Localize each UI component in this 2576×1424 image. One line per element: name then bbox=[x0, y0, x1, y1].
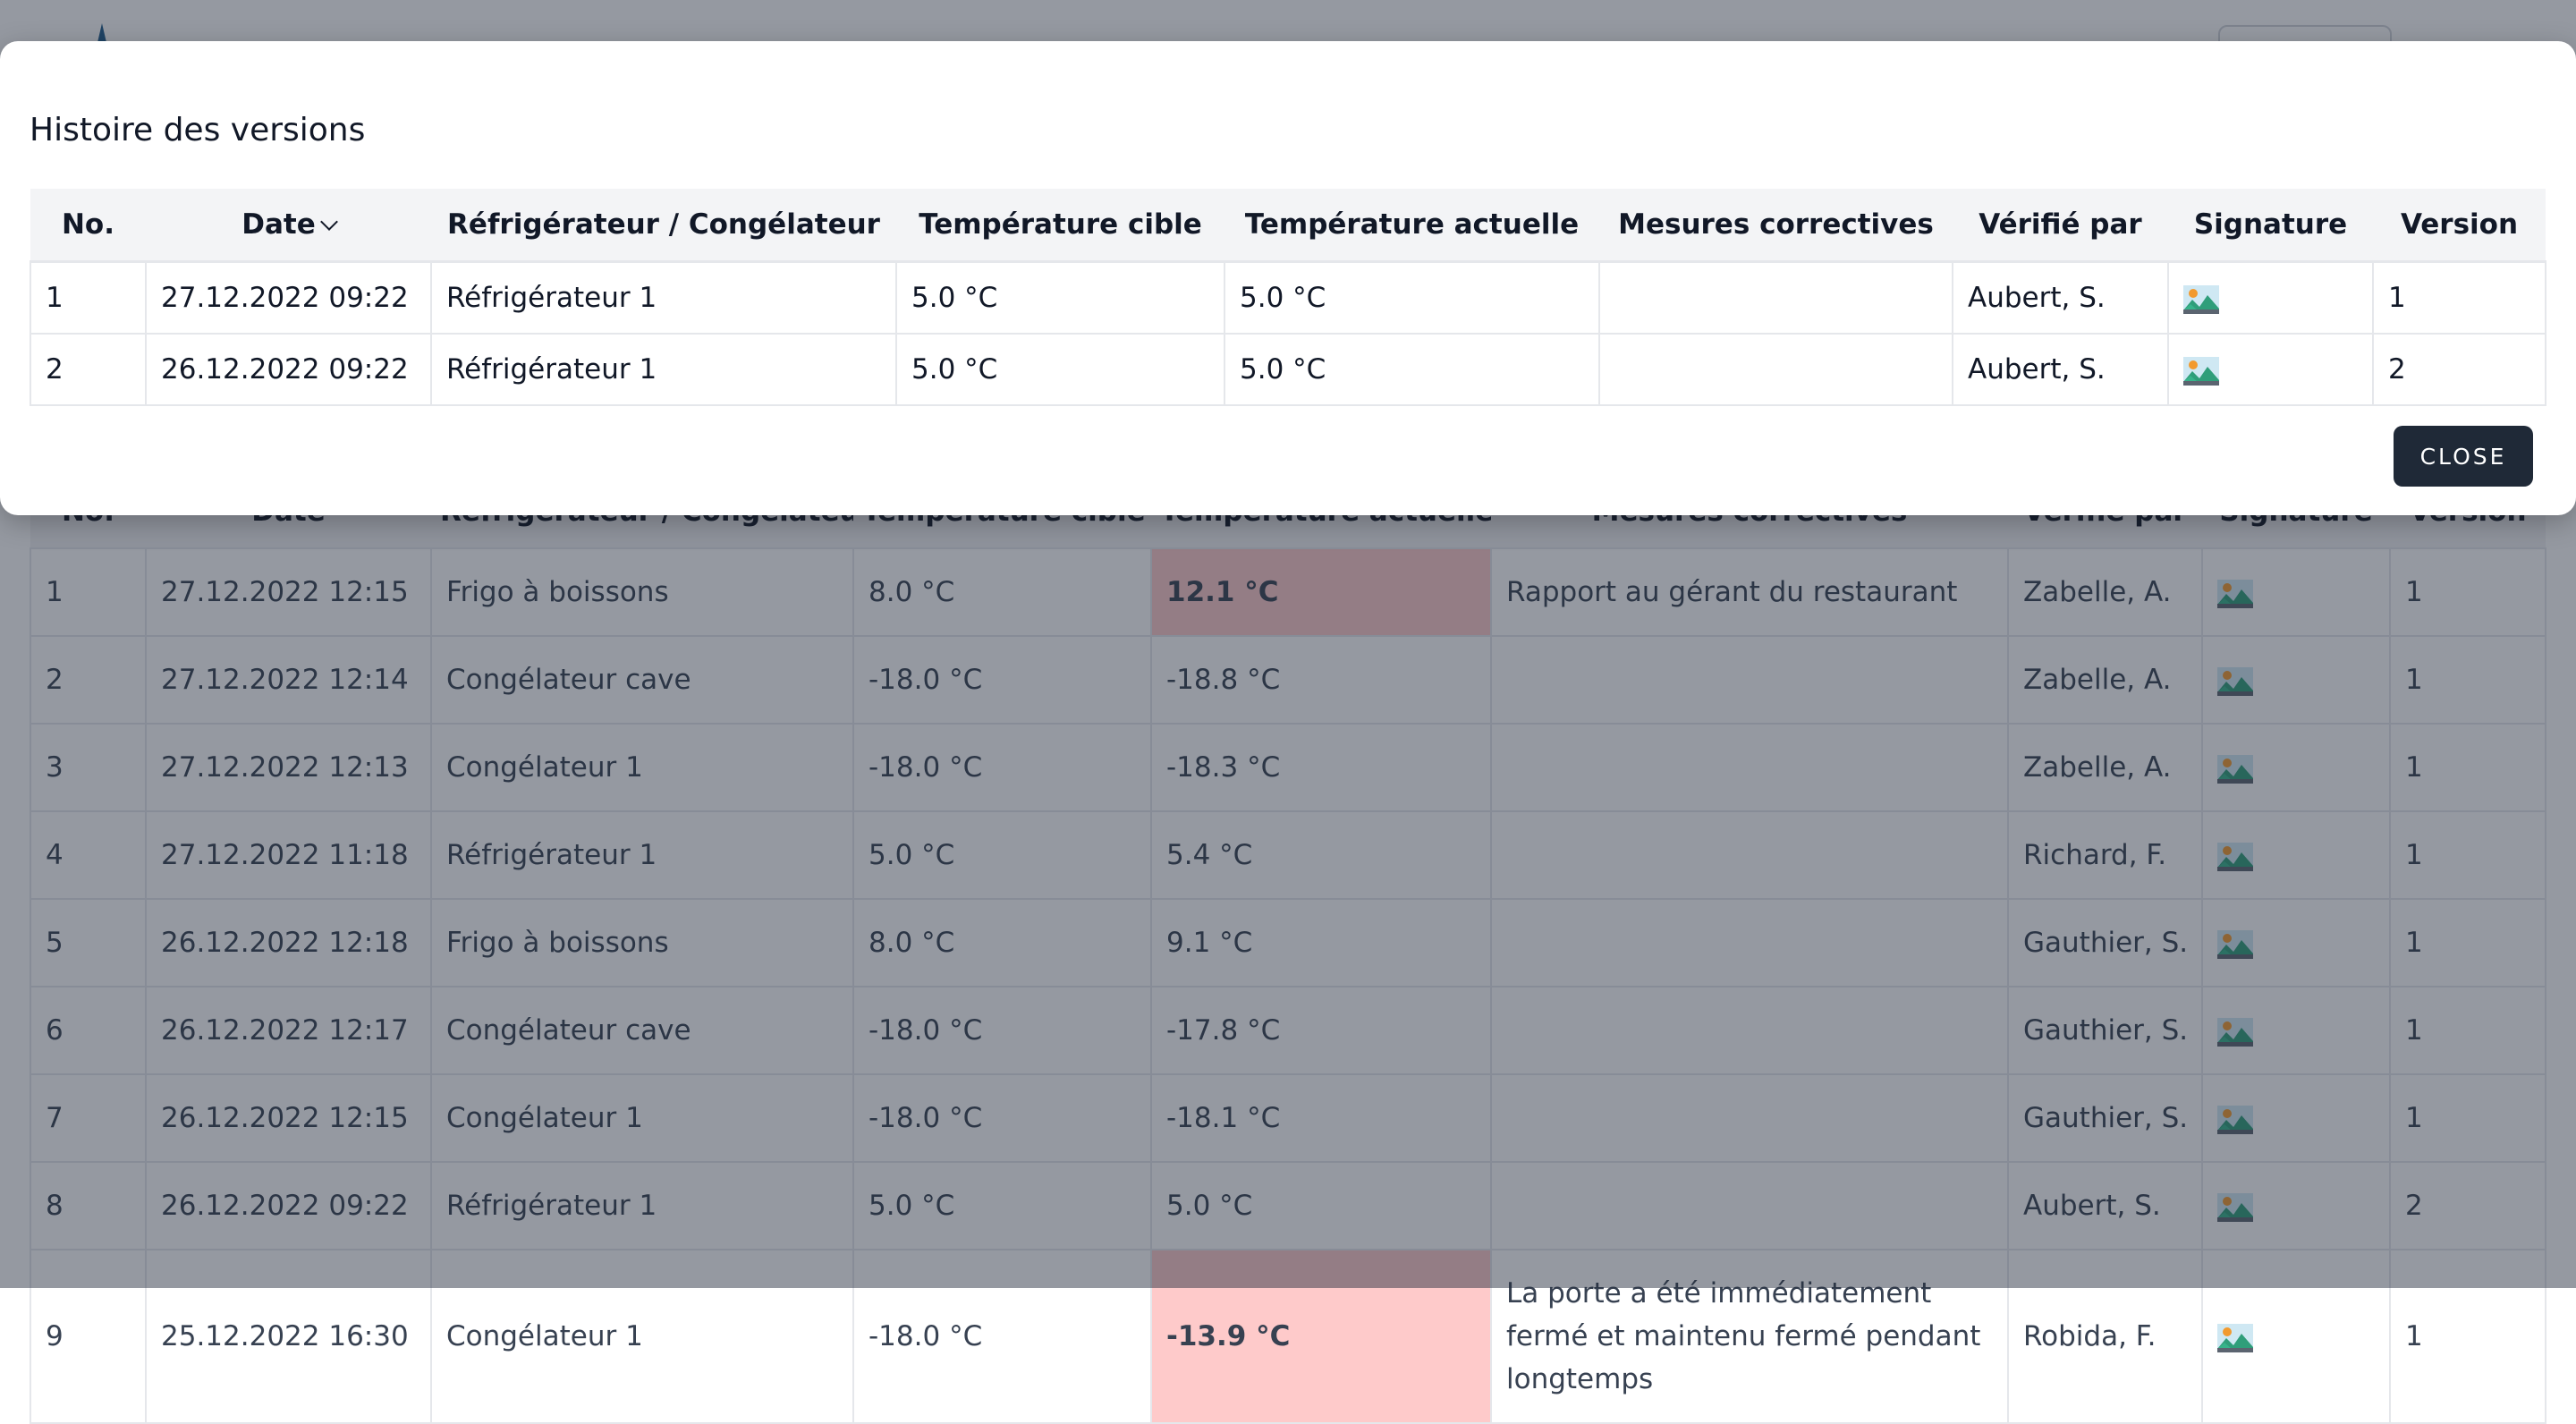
cell-version: 1 bbox=[2372, 260, 2546, 335]
modal-col-header-no[interactable]: No. bbox=[30, 189, 146, 263]
image-icon[interactable] bbox=[2183, 356, 2219, 386]
cell-date: 26.12.2022 09:22 bbox=[145, 333, 432, 406]
cell-actual-temp: 5.0 °C bbox=[1224, 260, 1600, 335]
cell-unit: Réfrigérateur 1 bbox=[430, 260, 897, 335]
version-history-table: No. Date Réfrigérateur / Congélateur Tem… bbox=[30, 189, 2546, 406]
cell-no: 1 bbox=[30, 260, 147, 335]
close-button[interactable]: CLOSE bbox=[2394, 426, 2533, 487]
cell-date: 27.12.2022 09:22 bbox=[145, 260, 432, 335]
image-icon[interactable] bbox=[2217, 1323, 2253, 1352]
cell-version: 2 bbox=[2372, 333, 2546, 406]
cell-measures bbox=[1598, 260, 1953, 335]
signature-cell bbox=[2167, 260, 2374, 335]
version-history-modal: Histoire des versions No. Date Réfrigéra… bbox=[0, 41, 2576, 515]
modal-col-header-signature[interactable]: Signature bbox=[2168, 189, 2373, 263]
modal-col-header-actual[interactable]: Température actuelle bbox=[1224, 189, 1599, 263]
version-row[interactable]: 1 27.12.2022 09:22 Réfrigérateur 1 5.0 °C 5.… bbox=[30, 260, 2546, 335]
modal-table-header-row: No. Date Réfrigérateur / Congélateur Tem… bbox=[30, 189, 2546, 263]
modal-col-header-unit[interactable]: Réfrigérateur / Congélateur bbox=[431, 189, 896, 263]
chevron-down-icon[interactable] bbox=[319, 213, 338, 231]
image-icon[interactable] bbox=[2183, 284, 2219, 314]
modal-col-header-date[interactable]: Date bbox=[146, 189, 431, 263]
cell-unit: Réfrigérateur 1 bbox=[430, 333, 897, 406]
modal-col-header-measures[interactable]: Mesures correctives bbox=[1599, 189, 1953, 263]
modal-title: Histoire des versions bbox=[30, 112, 366, 148]
cell-measures bbox=[1598, 333, 1953, 406]
date-header-label: Date bbox=[242, 208, 316, 241]
cell-target-temp: 5.0 °C bbox=[895, 260, 1225, 335]
modal-col-header-version[interactable]: Version bbox=[2373, 189, 2546, 263]
version-row[interactable]: 2 26.12.2022 09:22 Réfrigérateur 1 5.0 °C 5.… bbox=[30, 333, 2546, 406]
modal-col-header-target[interactable]: Température cible bbox=[896, 189, 1224, 263]
cell-target-temp: 5.0 °C bbox=[895, 333, 1225, 406]
cell-actual-temp: 5.0 °C bbox=[1224, 333, 1600, 406]
cell-verified-by: Aubert, S. bbox=[1952, 333, 2169, 406]
modal-col-header-verified[interactable]: Vérifié par bbox=[1953, 189, 2168, 263]
cell-verified-by: Aubert, S. bbox=[1952, 260, 2169, 335]
cell-no: 2 bbox=[30, 333, 147, 406]
signature-cell bbox=[2167, 333, 2374, 406]
